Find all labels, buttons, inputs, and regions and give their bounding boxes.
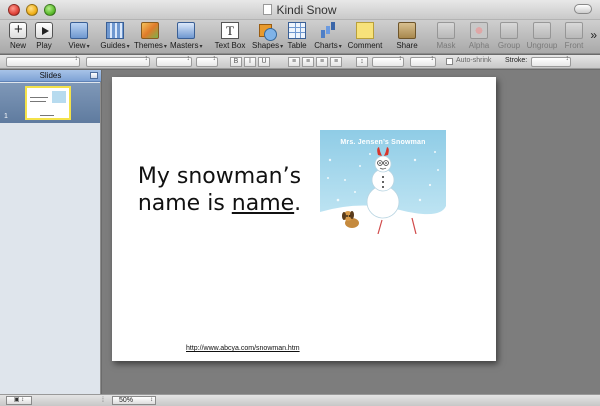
share-button[interactable]: Share — [394, 22, 420, 52]
align-center-icon[interactable]: ≡ — [302, 57, 314, 67]
ungroup-icon — [533, 22, 551, 39]
slide-navigator: Slides 1 — [0, 70, 101, 394]
table-button[interactable]: Table — [285, 22, 309, 52]
charts-button[interactable]: Charts▾ — [313, 22, 343, 52]
comment-button[interactable]: Comment — [346, 22, 384, 52]
share-icon — [398, 22, 416, 39]
italic-button[interactable]: I — [244, 57, 256, 67]
slide[interactable]: My snowman’s name is name. Mrs. Jensen’s… — [112, 77, 496, 361]
slide-canvas: My snowman’s name is name. Mrs. Jensen’s… — [102, 70, 600, 394]
title-bar: Kindi Snow — [0, 0, 600, 20]
line-spacing-select[interactable] — [372, 55, 404, 67]
document-icon — [263, 4, 273, 15]
toolbar-toggle-button[interactable] — [574, 4, 592, 14]
thumbnail-picture — [52, 91, 66, 103]
thumbnail-link-line — [40, 115, 54, 116]
alpha-wand-icon — [470, 22, 488, 39]
shapes-icon — [258, 22, 277, 41]
mask-icon — [437, 22, 455, 39]
split-handle-icon[interactable]: ⁞ — [102, 397, 104, 404]
format-bar: B I U ≡ ≡ ≡ ≡ ↕ Auto-shrink Stroke: — [0, 55, 600, 69]
align-left-icon[interactable]: ≡ — [288, 57, 300, 67]
slide-thumbnail[interactable] — [25, 86, 71, 120]
font-size-field[interactable] — [196, 55, 218, 67]
snowman-picture[interactable]: Mrs. Jensen’s Snowman — [320, 130, 446, 234]
slide-thumbnail-row[interactable]: 1 — [0, 83, 100, 123]
window-title: Kindi Snow — [0, 3, 600, 17]
ungroup-button[interactable]: Ungroup — [525, 22, 559, 52]
toolbar-overflow-icon[interactable]: » — [590, 28, 597, 42]
group-icon — [500, 22, 518, 39]
align-right-icon[interactable]: ≡ — [316, 57, 328, 67]
navigator-menu-icon[interactable] — [90, 72, 98, 79]
view-button[interactable]: View▾ — [64, 22, 94, 52]
text-box-icon — [221, 22, 239, 39]
masters-button[interactable]: Masters▾ — [170, 22, 202, 52]
picture-caption: Mrs. Jensen’s Snowman — [340, 139, 426, 146]
slide-link[interactable]: http://www.abcya.com/snowman.htm — [186, 345, 300, 352]
line-spacing-icon[interactable]: ↕ — [356, 57, 368, 67]
columns-select[interactable] — [410, 55, 436, 67]
underlined-name: name — [231, 191, 295, 216]
guides-icon — [106, 22, 124, 39]
masters-icon — [177, 22, 195, 39]
slide-text-box[interactable]: My snowman’s name is name. — [132, 163, 307, 217]
slide-text-line-1: My snowman’s — [137, 164, 302, 189]
new-slide-icon — [9, 21, 27, 39]
bold-button[interactable]: B — [230, 57, 242, 67]
shapes-button[interactable]: Shapes▾ — [252, 22, 283, 52]
align-justify-icon[interactable]: ≡ — [330, 57, 342, 67]
guides-button[interactable]: Guides▾ — [100, 22, 130, 52]
text-box-button[interactable]: Text Box — [212, 22, 248, 52]
bring-to-front-icon — [565, 22, 583, 39]
slides-header: Slides — [0, 70, 101, 82]
slide-text-line-2: name is name. — [137, 191, 302, 216]
alpha-button[interactable]: Alpha — [466, 22, 492, 52]
front-button[interactable]: Front — [562, 22, 586, 52]
thumbnail-text-line — [30, 97, 48, 98]
status-bar: ▣ ↕ ⁞ 50% — [0, 394, 600, 406]
slide-number: 1 — [4, 113, 8, 120]
play-icon — [35, 22, 53, 39]
mask-button[interactable]: Mask — [434, 22, 458, 52]
play-button[interactable]: Play — [32, 22, 56, 52]
auto-shrink-label: Auto-shrink — [456, 57, 492, 64]
paragraph-style-select[interactable] — [6, 55, 80, 67]
bar-chart-icon — [319, 22, 337, 39]
auto-shrink-checkbox[interactable] — [446, 58, 453, 65]
themes-icon — [141, 22, 159, 39]
toolbar: New Play View▾ Guides▾ Themes▾ Masters▾ … — [0, 20, 600, 54]
font-typeface-select[interactable] — [156, 55, 192, 67]
zoom-select[interactable]: 50% — [112, 396, 156, 405]
thumbnail-text-line — [30, 101, 46, 102]
stroke-label: Stroke: — [505, 57, 528, 64]
underline-button[interactable]: U — [258, 57, 270, 67]
stroke-select[interactable] — [531, 55, 571, 67]
font-family-select[interactable] — [86, 55, 150, 67]
new-button[interactable]: New — [6, 21, 30, 52]
themes-button[interactable]: Themes▾ — [134, 22, 167, 52]
group-button[interactable]: Group — [495, 22, 523, 52]
view-icon — [70, 22, 88, 39]
view-options-button[interactable]: ▣ ↕ — [6, 396, 32, 405]
table-icon — [288, 22, 306, 39]
comment-note-icon — [356, 22, 374, 39]
